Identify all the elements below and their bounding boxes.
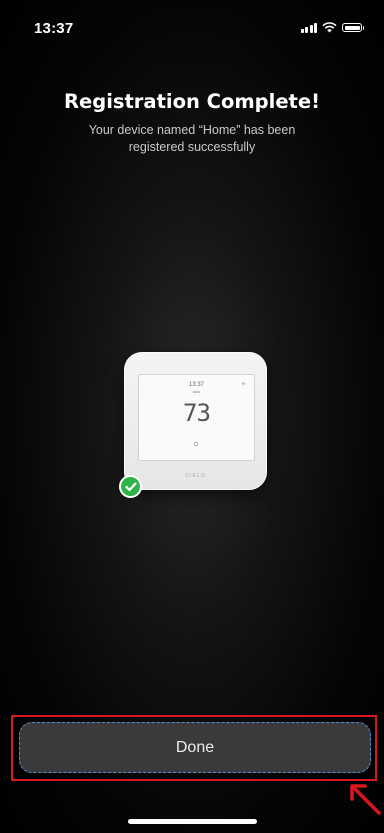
status-bar: 13:37 bbox=[0, 0, 384, 50]
thermostat-device-image: 13:37 Auto 73 CIELO bbox=[124, 352, 267, 490]
device-wifi-icon bbox=[241, 382, 246, 386]
red-arrow-icon bbox=[350, 784, 381, 815]
device-screen-mode: Auto bbox=[192, 390, 201, 394]
device-screen-time: 13:37 bbox=[188, 382, 204, 388]
status-icons bbox=[300, 22, 364, 33]
device-screen: 13:37 Auto 73 bbox=[138, 374, 255, 461]
cellular-signal-icon bbox=[300, 22, 317, 33]
wifi-icon bbox=[322, 22, 337, 33]
device-brand: CIELO bbox=[185, 473, 206, 479]
page-title: Registration Complete! bbox=[64, 90, 320, 113]
check-circle-icon bbox=[119, 475, 142, 498]
device-temperature: 73 bbox=[183, 399, 211, 427]
battery-icon bbox=[342, 23, 364, 32]
home-indicator bbox=[128, 819, 257, 824]
device-fan-icon bbox=[193, 441, 199, 447]
done-button[interactable]: Done bbox=[19, 722, 371, 773]
page-subtitle: Your device named “Home” has been regist… bbox=[88, 123, 296, 154]
registration-complete-screen: 13:37 Registration Complete! Your device… bbox=[0, 0, 384, 833]
status-time: 13:37 bbox=[34, 20, 74, 37]
